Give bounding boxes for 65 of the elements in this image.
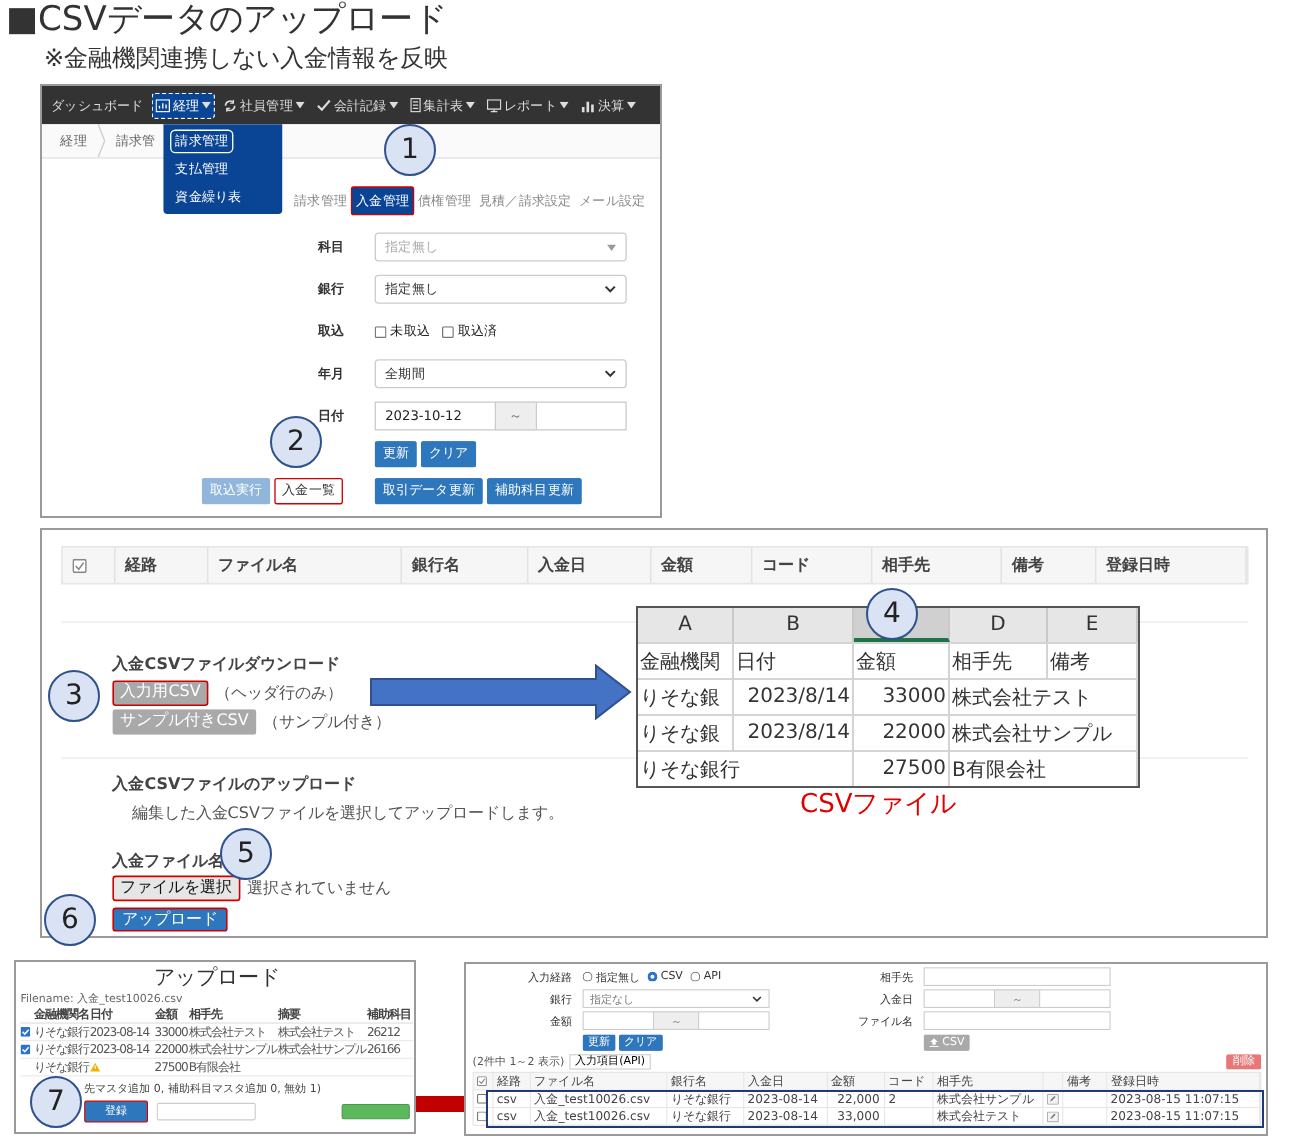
dialog-title: アップロード: [152, 965, 282, 990]
monitor-icon: [486, 98, 502, 112]
chevron-down-icon: [604, 369, 617, 378]
radio-button[interactable]: [582, 971, 593, 982]
section-description: 編集した入金CSVファイルを選択してアップロードします。: [131, 802, 564, 825]
column-header: E: [1048, 608, 1138, 642]
sheet-cell: 33000: [854, 680, 950, 714]
field-label: 入金ファイル名: [112, 850, 225, 873]
sync-icon: [222, 98, 238, 112]
checkbox[interactable]: [441, 325, 454, 338]
file-select-button[interactable]: ファイルを選択: [112, 875, 241, 902]
sheet-cell: 株式会社テスト: [950, 680, 1138, 714]
column-header: コード: [752, 547, 873, 583]
sheet-cell: 株式会社サンプル: [950, 716, 1138, 750]
column-header: 経路: [115, 547, 209, 583]
overlay-label: CSVファイル: [800, 790, 957, 820]
column-header: A: [638, 608, 734, 642]
radio-button[interactable]: [647, 971, 658, 982]
sheet-cell: 27500: [854, 752, 950, 786]
checkbox[interactable]: [477, 1093, 487, 1104]
sheet-cell: りそな銀行: [638, 752, 854, 786]
sheet-cell: 備考: [1048, 644, 1138, 678]
radio-button[interactable]: [690, 971, 701, 982]
column-header: 金額: [651, 547, 753, 583]
bar-chart-icon: [580, 98, 596, 112]
chart-icon: [155, 98, 171, 112]
chevron-down-icon: [604, 285, 617, 294]
upload-button[interactable]: アップロード: [112, 907, 228, 932]
edit-icon: [1046, 1093, 1059, 1105]
sheet-cell: りそな銀: [638, 680, 734, 714]
sheet-cell: 22000: [854, 716, 950, 750]
check-icon: [316, 98, 332, 112]
action-button[interactable]: [341, 1103, 410, 1120]
column-header: ファイル名: [208, 547, 402, 583]
column-header: D: [950, 608, 1048, 642]
button-note: （サンプル付き）: [263, 711, 392, 734]
column-header: 銀行名: [402, 547, 529, 583]
sheet-cell: B有限会社: [950, 752, 1138, 786]
sheet-cell: 金融機関: [638, 644, 734, 678]
sheet-cell: 相手先: [950, 644, 1048, 678]
edit-icon: [1046, 1110, 1059, 1122]
sheet-cell: 金額: [854, 644, 950, 678]
warning-icon: [89, 1062, 101, 1072]
checkbox[interactable]: [374, 325, 387, 338]
document-icon: [410, 97, 421, 113]
column-header: 相手先: [872, 547, 1002, 583]
sheet-cell: 2023/8/14: [734, 716, 854, 750]
sheet-cell: 日付: [734, 644, 854, 678]
checkbox[interactable]: [477, 1111, 487, 1122]
upload-icon: [929, 1037, 939, 1048]
section-heading: 入金CSVファイルダウンロード: [112, 654, 341, 678]
button-note: （ヘッダ行のみ）: [215, 683, 344, 705]
caret-icon: [606, 243, 617, 251]
page-title: ■CSVデータのアップロード: [6, 0, 447, 42]
sheet-cell: 2023/8/14: [734, 680, 854, 714]
page-note: ※金融機関連携しない入金情報を反映: [44, 44, 449, 74]
column-header: 登録日時: [1096, 547, 1247, 583]
checkbox-icon: [72, 558, 87, 573]
file-status: 選択されていません: [246, 878, 391, 900]
column-header: 備考: [1002, 547, 1097, 583]
section-heading: 入金CSVファイルのアップロード: [112, 774, 357, 798]
sheet-cell: りそな銀: [638, 716, 734, 750]
chevron-right-icon: [97, 124, 106, 158]
column-header: 入金日: [528, 547, 652, 583]
chevron-down-icon: [752, 995, 762, 1002]
